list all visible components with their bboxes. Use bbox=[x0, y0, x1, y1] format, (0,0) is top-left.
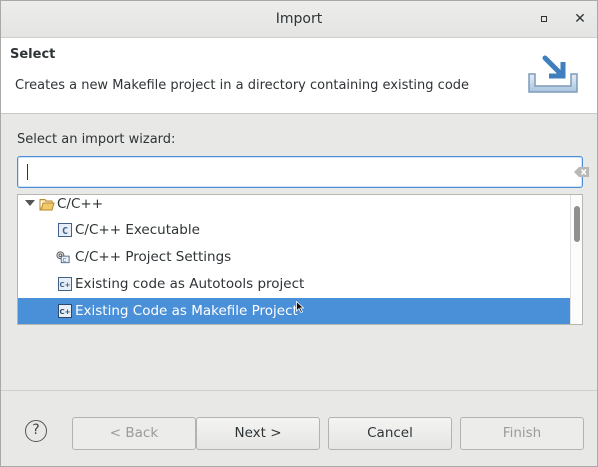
page-description: Creates a new Makefile project in a dire… bbox=[15, 78, 470, 93]
tree-item-cpp-project-settings[interactable]: C C/C++ Project Settings bbox=[18, 244, 570, 271]
close-icon[interactable]: ✕ bbox=[573, 12, 587, 26]
title-bar[interactable]: Import ✕ bbox=[1, 1, 597, 38]
maximize-icon[interactable] bbox=[537, 12, 551, 26]
tree-item-label: C/C++ Executable bbox=[75, 222, 200, 238]
wizard-label: Select an import wizard: bbox=[17, 132, 176, 147]
tree-scrollbar[interactable] bbox=[570, 195, 582, 324]
mouse-pointer-icon bbox=[296, 301, 304, 313]
expand-arrow-icon[interactable] bbox=[25, 200, 35, 206]
footer-separator bbox=[1, 390, 597, 391]
cpp-project-icon: C++ bbox=[58, 277, 72, 291]
window-title: Import bbox=[275, 11, 323, 27]
tree-item-label: C/C++ bbox=[57, 196, 104, 212]
wizard-banner: Select Creates a new Makefile project in… bbox=[1, 38, 597, 114]
svg-text:C++: C++ bbox=[60, 281, 73, 289]
back-button[interactable]: < Back bbox=[72, 417, 196, 450]
tree-item-cpp-executable[interactable]: C C/C++ Executable bbox=[18, 217, 570, 244]
finish-button[interactable]: Finish bbox=[460, 417, 584, 450]
text-caret bbox=[27, 164, 28, 180]
c-executable-icon: C bbox=[58, 223, 72, 237]
cancel-button[interactable]: Cancel bbox=[328, 417, 452, 450]
folder-open-icon bbox=[39, 199, 55, 211]
scrollbar-thumb[interactable] bbox=[574, 206, 580, 242]
next-button[interactable]: Next > bbox=[196, 417, 320, 450]
help-button[interactable]: ? bbox=[25, 420, 47, 442]
svg-text:C++: C++ bbox=[60, 308, 73, 316]
tree-item-makefile-project[interactable]: C++ Existing Code as Makefile Project bbox=[18, 298, 570, 324]
tree-item-autotools-project[interactable]: C++ Existing code as Autotools project bbox=[18, 271, 570, 298]
tree-item-label: C/C++ Project Settings bbox=[75, 249, 232, 265]
page-title: Select bbox=[10, 47, 56, 62]
svg-text:C: C bbox=[62, 226, 68, 237]
cpp-project-icon: C++ bbox=[58, 304, 72, 318]
clear-text-icon[interactable] bbox=[574, 166, 590, 178]
tree-item-label: Existing code as Autotools project bbox=[75, 276, 305, 292]
tree-item-label: Existing Code as Makefile Project bbox=[75, 303, 298, 319]
import-wizard-icon bbox=[528, 55, 578, 93]
tree-item-cpp-folder[interactable]: C/C++ bbox=[18, 195, 570, 217]
filter-input[interactable] bbox=[17, 156, 589, 188]
project-settings-icon: C bbox=[56, 251, 70, 264]
svg-text:C: C bbox=[63, 258, 67, 264]
import-dialog: Import ✕ Select Creates a new Makefile p… bbox=[0, 0, 598, 467]
